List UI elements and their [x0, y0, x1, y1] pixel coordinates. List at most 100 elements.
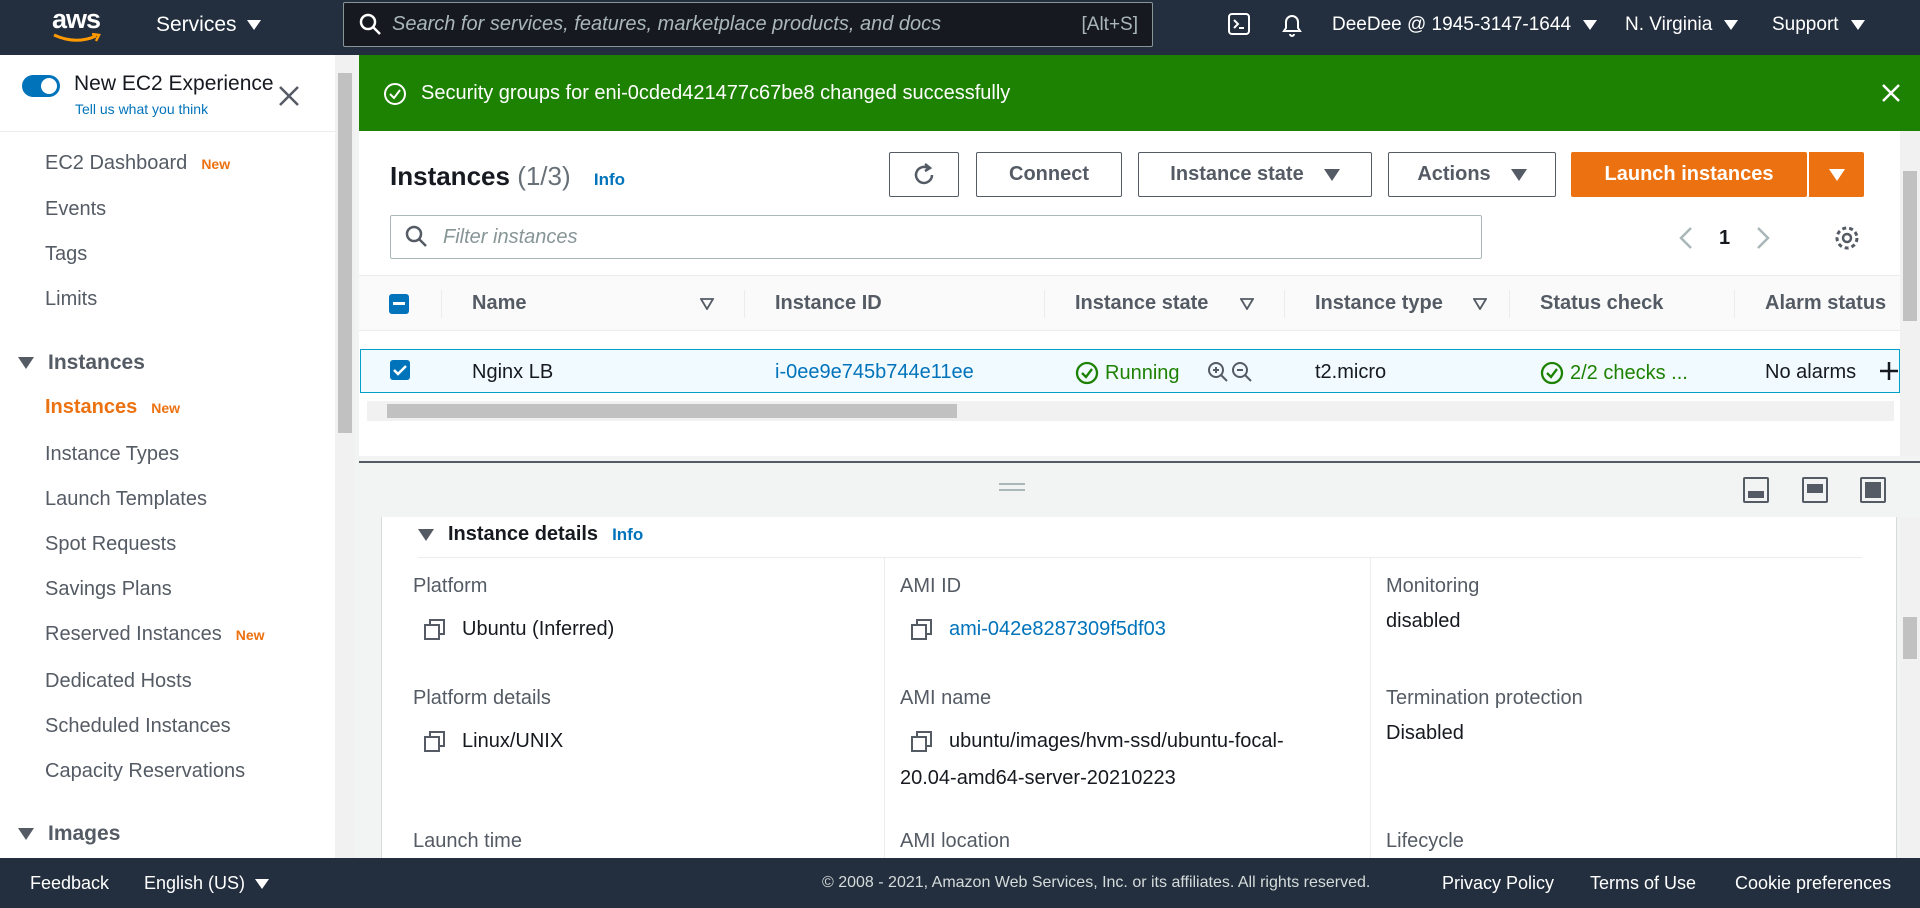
new-badge: New: [235, 627, 265, 643]
services-menu[interactable]: Services: [156, 13, 261, 37]
caret-down-icon: [1850, 20, 1865, 30]
search-shortcut-hint: [Alt+S]: [1081, 14, 1139, 35]
zoom-out-icon[interactable]: [1230, 360, 1254, 384]
cookie-preferences-link[interactable]: Cookie preferences: [1735, 873, 1891, 894]
notifications-button[interactable]: [1280, 12, 1304, 38]
refresh-icon: [914, 162, 934, 184]
scrollbar-thumb[interactable]: [1903, 171, 1917, 321]
table-horizontal-scrollbar[interactable]: [367, 401, 1894, 421]
privacy-policy-link[interactable]: Privacy Policy: [1442, 873, 1554, 894]
new-experience-toggle[interactable]: [22, 75, 60, 97]
sidebar-item-instance-types[interactable]: Instance Types: [45, 443, 179, 466]
cloudshell-icon: [1228, 13, 1250, 35]
ami-location-label: AMI location: [900, 830, 1011, 852]
drag-handle-icon[interactable]: [999, 483, 1025, 491]
sort-icon[interactable]: [1473, 298, 1487, 310]
chevron-right-icon[interactable]: [1756, 226, 1770, 250]
current-page[interactable]: 1: [1719, 227, 1730, 250]
sidebar-item-savings-plans[interactable]: Savings Plans: [45, 578, 172, 601]
search-bar[interactable]: [Alt+S]: [343, 2, 1153, 47]
sort-icon[interactable]: [1240, 298, 1254, 310]
sort-icon[interactable]: [700, 298, 714, 310]
info-link[interactable]: Info: [594, 170, 625, 189]
layout-full-icon[interactable]: [1860, 477, 1886, 503]
sidebar-item-capacity-reservations[interactable]: Capacity Reservations: [45, 760, 245, 783]
value-text: Ubuntu (Inferred): [462, 618, 615, 640]
select-all-checkbox[interactable]: [389, 294, 409, 314]
scrollbar-thumb[interactable]: [1903, 617, 1917, 659]
copy-icon[interactable]: [911, 619, 933, 641]
launch-dropdown-button[interactable]: [1808, 152, 1864, 197]
platform-details-label: Platform details: [413, 687, 551, 709]
filter-input[interactable]: [443, 225, 1443, 249]
connect-button[interactable]: Connect: [976, 152, 1122, 197]
column-header-instance-type[interactable]: Instance type: [1315, 292, 1443, 315]
column-header-status-check[interactable]: Status check: [1540, 292, 1663, 315]
sidebar-item-spot-requests[interactable]: Spot Requests: [45, 533, 176, 556]
zoom-in-icon[interactable]: [1206, 360, 1230, 384]
instance-state-button[interactable]: Instance state: [1138, 152, 1372, 197]
column-header-instance-state[interactable]: Instance state: [1075, 292, 1208, 315]
support-menu[interactable]: Support: [1772, 14, 1865, 36]
table-vertical-scrollbar[interactable]: [1900, 131, 1920, 456]
close-icon[interactable]: [278, 85, 300, 107]
refresh-button[interactable]: [889, 152, 959, 197]
cell-instance-id-link[interactable]: i-0ee9e745b744e11ee: [775, 361, 974, 384]
sidebar-item-dedicated-hosts[interactable]: Dedicated Hosts: [45, 670, 192, 693]
layout-bottom-icon[interactable]: [1743, 477, 1769, 503]
cell-instance-type: t2.micro: [1315, 361, 1387, 383]
language-selector[interactable]: English (US): [144, 873, 270, 894]
instances-title: Instances (1/3) Info: [390, 161, 625, 192]
ami-id-link[interactable]: ami-042e8287309f5df03: [949, 611, 1166, 648]
cloudshell-button[interactable]: [1227, 12, 1251, 36]
close-icon[interactable]: [1881, 83, 1901, 103]
sidebar-item-ec2-dashboard[interactable]: EC2 Dashboard New: [45, 152, 230, 175]
sidebar-scrollbar-thumb[interactable]: [338, 73, 352, 433]
sidebar-item-reserved-instances[interactable]: Reserved Instances New: [45, 623, 265, 646]
table-row[interactable]: Nginx LB i-0ee9e745b744e11ee Running t2.…: [360, 349, 1900, 393]
search-input[interactable]: [392, 13, 1042, 36]
split-panel-divider[interactable]: [359, 461, 1920, 517]
feedback-link[interactable]: Feedback: [30, 873, 109, 894]
account-menu[interactable]: DeeDee @ 1945-3147-1644: [1332, 14, 1598, 36]
new-badge: New: [201, 156, 231, 172]
chevron-left-icon[interactable]: [1679, 226, 1693, 250]
instance-details-header[interactable]: Instance details Info: [418, 523, 643, 546]
column-header-name[interactable]: Name: [472, 292, 526, 315]
plus-icon[interactable]: [1879, 361, 1899, 381]
copy-icon[interactable]: [911, 731, 933, 753]
sidebar-section-images[interactable]: Images: [18, 822, 120, 846]
details-vertical-scrollbar[interactable]: [1900, 517, 1920, 858]
info-link[interactable]: Info: [612, 525, 643, 545]
terms-of-use-link[interactable]: Terms of Use: [1590, 873, 1696, 894]
column-header-alarm-status[interactable]: Alarm status: [1765, 292, 1886, 315]
caret-down-icon: [1724, 20, 1739, 30]
selection-count: (1/3): [517, 161, 571, 191]
new-badge: New: [151, 400, 181, 416]
scrollbar-thumb[interactable]: [387, 404, 957, 418]
language-label: English (US): [144, 873, 246, 893]
sidebar-item-label: Reserved Instances: [45, 623, 222, 645]
actions-button[interactable]: Actions: [1388, 152, 1556, 197]
row-checkbox[interactable]: [390, 360, 410, 380]
status-check-icon: [1540, 361, 1564, 385]
feedback-link[interactable]: Tell us what you think: [75, 101, 208, 117]
sidebar-item-tags[interactable]: Tags: [45, 243, 87, 266]
region-menu[interactable]: N. Virginia: [1625, 14, 1739, 36]
sidebar-section-instances[interactable]: Instances: [18, 351, 145, 375]
value-text: ubuntu/images/hvm-ssd/ubuntu-focal-: [949, 730, 1284, 752]
sidebar-item-launch-templates[interactable]: Launch Templates: [45, 488, 207, 511]
copy-icon[interactable]: [424, 619, 446, 641]
sidebar-item-limits[interactable]: Limits: [45, 288, 97, 311]
gear-icon[interactable]: [1834, 225, 1860, 251]
aws-logo[interactable]: aws: [52, 6, 112, 46]
filter-bar[interactable]: [390, 215, 1482, 259]
layout-side-icon[interactable]: [1802, 477, 1828, 503]
launch-instances-button[interactable]: Launch instances: [1571, 152, 1807, 197]
sidebar-item-scheduled-instances[interactable]: Scheduled Instances: [45, 715, 231, 738]
copy-icon[interactable]: [424, 731, 446, 753]
sidebar-item-events[interactable]: Events: [45, 198, 106, 221]
column-header-instance-id[interactable]: Instance ID: [775, 292, 882, 315]
ami-name-label: AMI name: [900, 687, 992, 709]
sidebar-item-instances[interactable]: Instances New: [45, 396, 180, 419]
